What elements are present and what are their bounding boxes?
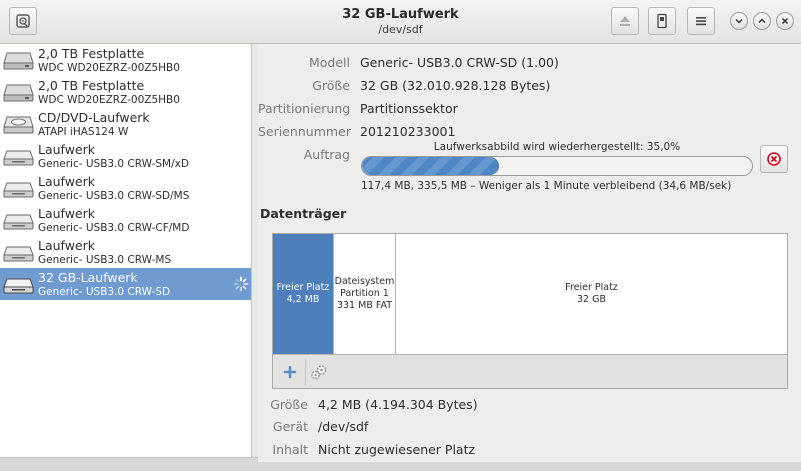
drive-name: 2,0 TB Festplatte	[38, 46, 145, 61]
hard-disk-icon	[3, 84, 34, 102]
volume-line: 4,2 MB	[286, 294, 320, 305]
volume-line: 331 MB FAT	[336, 300, 393, 311]
drive-power-icon	[657, 13, 667, 29]
drive-item-selected[interactable]: 32 GB-Laufwerk Generic- USB3.0 CRW-SD	[0, 268, 251, 300]
drive-item[interactable]: CD/DVD-Laufwerk ATAPI iHAS124 W	[0, 108, 251, 140]
hard-disk-icon	[3, 52, 34, 70]
volume-size-value: 4,2 MB (4.194.304 Bytes)	[318, 397, 478, 412]
drive-model: WDC WD20EZRZ-00Z5HB0	[38, 62, 180, 74]
serial-value: 201210233001	[360, 124, 456, 139]
volume-partition-1[interactable]: Dateisystem Partition 1 331 MB FAT	[334, 234, 396, 354]
gears-icon	[310, 365, 326, 380]
drive-model: Generic- USB3.0 CRW-SD/MS	[38, 190, 190, 202]
volume-line: 32 GB	[577, 294, 606, 305]
volume-free-space[interactable]: Freier Platz 32 GB	[396, 234, 787, 354]
drive-name: Laufwerk	[38, 206, 96, 221]
drive-name: Laufwerk	[38, 142, 96, 157]
optical-drive-icon	[3, 116, 34, 134]
drive-list: 2,0 TB Festplatte WDC WD20EZRZ-00Z5HB0 2…	[0, 44, 252, 457]
maximize-button[interactable]	[753, 12, 771, 30]
drive-item[interactable]: Laufwerk Generic- USB3.0 CRW-CF/MD	[0, 204, 251, 236]
job-title: Laufwerksabbild wird wiederhergestellt: …	[433, 141, 681, 153]
volume-device-value: /dev/sdf	[318, 419, 369, 434]
volume-line: Freier Platz	[276, 282, 330, 293]
size-value: 32 GB (32.010.928.128 Bytes)	[360, 78, 551, 93]
drive-name: Laufwerk	[38, 174, 96, 189]
busy-spinner-icon	[233, 276, 249, 292]
window-subtitle: /dev/sdf	[378, 23, 423, 36]
volumes-heading: Datenträger	[260, 206, 347, 221]
eject-icon	[620, 16, 630, 26]
drive-item[interactable]: Laufwerk Generic- USB3.0 CRW-SM/xD	[0, 140, 251, 172]
card-reader-icon	[3, 278, 34, 294]
drive-item[interactable]: 2,0 TB Festplatte WDC WD20EZRZ-00Z5HB0	[0, 76, 251, 108]
volume-free-space-selected[interactable]: Freier Platz 4,2 MB	[273, 234, 334, 354]
model-value: Generic- USB3.0 CRW-SD (1.00)	[360, 55, 559, 70]
serial-label: Seriennummer	[258, 124, 351, 139]
plus-icon	[283, 365, 297, 379]
minimize-button[interactable]	[730, 12, 748, 30]
drive-name: CD/DVD-Laufwerk	[38, 110, 150, 125]
job-details: 117,4 MB, 335,5 MB – Weniger als 1 Minut…	[361, 180, 732, 192]
header-bar: 32 GB-Laufwerk /dev/sdf	[0, 0, 801, 44]
window-title: 32 GB-Laufwerk	[342, 7, 459, 22]
partitioning-label: Partitionierung	[258, 101, 351, 116]
drive-model: WDC WD20EZRZ-00Z5HB0	[38, 94, 180, 106]
card-reader-icon	[3, 246, 34, 262]
drive-model: Generic- USB3.0 CRW-MS	[38, 254, 172, 266]
job-progress-bar	[361, 156, 753, 176]
power-off-button[interactable]	[648, 7, 676, 35]
volume-contents-value: Nicht zugewiesener Platz	[318, 442, 476, 457]
card-reader-icon	[3, 214, 34, 230]
drive-item[interactable]: Laufwerk Generic- USB3.0 CRW-SD/MS	[0, 172, 251, 204]
partitioning-value: Partitionssektor	[360, 101, 458, 116]
close-button[interactable]	[776, 12, 794, 30]
volume-device-label: Gerät	[272, 419, 308, 434]
drive-model: Generic- USB3.0 CRW-CF/MD	[38, 222, 190, 234]
volume-line: Dateisystem	[334, 276, 395, 287]
drive-model: ATAPI iHAS124 W	[38, 126, 129, 138]
drive-menu-button[interactable]	[687, 7, 715, 35]
volume-contents-label: Inhalt	[272, 442, 308, 457]
create-partition-button[interactable]	[277, 359, 303, 385]
size-label: Größe	[312, 78, 350, 93]
drive-name: 2,0 TB Festplatte	[38, 78, 145, 93]
close-icon	[781, 17, 789, 25]
eject-button[interactable]	[611, 7, 639, 35]
volume-size-label: Größe	[270, 397, 308, 412]
volume-toolbar	[273, 354, 787, 388]
drive-item[interactable]: Laufwerk Generic- USB3.0 CRW-MS	[0, 236, 251, 268]
model-label: Modell	[308, 55, 350, 70]
job-progress-fill	[362, 157, 499, 175]
cancel-icon	[767, 152, 781, 166]
cancel-job-button[interactable]	[760, 145, 788, 173]
job-label: Auftrag	[303, 147, 350, 162]
volume-grid: Freier Platz 4,2 MB Dateisystem Partitio…	[272, 233, 788, 389]
volume-line: Partition 1	[340, 288, 389, 299]
drive-item[interactable]: 2,0 TB Festplatte WDC WD20EZRZ-00Z5HB0	[0, 44, 251, 76]
drive-name: 32 GB-Laufwerk	[38, 270, 138, 285]
card-reader-icon	[3, 182, 34, 198]
volume-line: Freier Platz	[565, 282, 618, 293]
partition-options-button[interactable]	[305, 359, 331, 385]
menu-icon	[696, 17, 706, 26]
drive-model: Generic- USB3.0 CRW-SM/xD	[38, 158, 189, 170]
drive-name: Laufwerk	[38, 238, 96, 253]
card-reader-icon	[3, 150, 34, 166]
drive-model: Generic- USB3.0 CRW-SD	[38, 286, 171, 298]
chevron-up-icon	[758, 18, 766, 24]
chevron-down-icon	[735, 18, 743, 24]
